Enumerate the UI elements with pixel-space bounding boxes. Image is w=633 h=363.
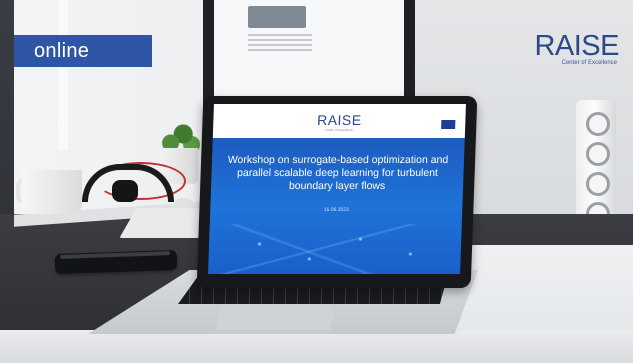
workshop-date: 15.06.2023 (323, 207, 349, 213)
photo-scene: RAISE Center of Excellence Workshop on s… (0, 0, 633, 363)
workshop-title: Workshop on surrogate-based optimization… (227, 154, 449, 192)
monitor-text-lines (292, 34, 312, 52)
mug (22, 170, 82, 214)
raise-logo-subtitle: Center of Excellence (561, 60, 617, 66)
screen-logo: RAISE (316, 112, 362, 128)
headphones-cup (112, 180, 138, 202)
laptop-screen: RAISE Center of Excellence Workshop on s… (208, 104, 466, 274)
screen-logo-subtitle: Center of Excellence (325, 128, 353, 132)
speaker-ring (586, 142, 610, 166)
laptop-trackpad (215, 306, 335, 330)
online-badge: online (14, 35, 152, 67)
desk-front (0, 330, 633, 363)
monitor-image (248, 6, 306, 28)
window-frame (58, 0, 68, 150)
mouse (175, 198, 193, 206)
network-graphic (208, 224, 462, 274)
eu-flag-icon (441, 120, 456, 129)
speaker-ring (586, 112, 610, 136)
raise-logo: RAISE (534, 30, 619, 62)
speaker-ring (586, 172, 610, 196)
